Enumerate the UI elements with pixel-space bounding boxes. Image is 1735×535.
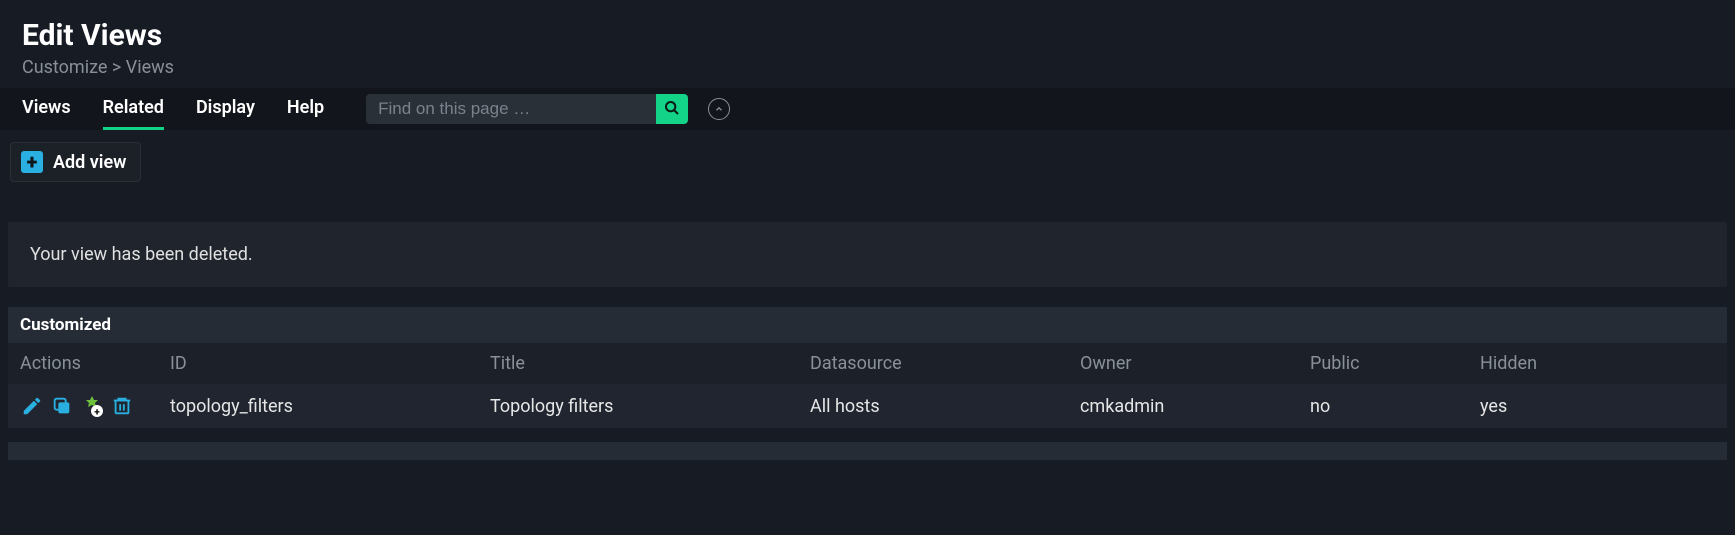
cell-datasource: All hosts: [810, 396, 1080, 417]
cell-title: Topology filters: [490, 396, 810, 417]
delete-icon[interactable]: [110, 394, 134, 418]
edit-icon[interactable]: [20, 394, 44, 418]
cell-hidden: yes: [1480, 396, 1715, 417]
table-header: Actions ID Title Datasource Owner Public…: [8, 343, 1727, 384]
col-public-header[interactable]: Public: [1310, 353, 1480, 374]
notice-banner: Your view has been deleted.: [8, 222, 1727, 287]
collapse-button[interactable]: [708, 98, 730, 120]
search-icon: [664, 100, 680, 119]
col-owner-header[interactable]: Owner: [1080, 353, 1310, 374]
section-title: Customized: [8, 307, 1727, 343]
menu-related[interactable]: Related: [103, 88, 164, 130]
cell-public: no: [1310, 396, 1480, 417]
cell-id: topology_filters: [170, 396, 490, 417]
create-icon[interactable]: +: [80, 394, 104, 418]
cell-owner: cmkadmin: [1080, 396, 1310, 417]
add-view-button[interactable]: + Add view: [10, 142, 141, 182]
search-button[interactable]: [656, 94, 688, 124]
svg-text:+: +: [94, 407, 100, 418]
chevron-up-icon: [714, 99, 724, 119]
breadcrumb[interactable]: Customize > Views: [22, 57, 1713, 78]
search-input[interactable]: [366, 94, 656, 124]
col-hidden-header[interactable]: Hidden: [1480, 353, 1715, 374]
clone-icon[interactable]: [50, 394, 74, 418]
menu-display[interactable]: Display: [196, 88, 255, 130]
plus-icon: +: [21, 151, 43, 173]
next-section-header: [8, 442, 1727, 460]
customized-section: Customized Actions ID Title Datasource O…: [8, 307, 1727, 428]
col-title-header[interactable]: Title: [490, 353, 810, 374]
menu-bar: Views Related Display Help: [0, 88, 1735, 130]
col-id-header[interactable]: ID: [170, 353, 490, 374]
page-title: Edit Views: [22, 18, 1713, 53]
menu-views[interactable]: Views: [22, 88, 71, 130]
col-actions-header: Actions: [20, 353, 170, 374]
notice-text: Your view has been deleted.: [30, 244, 253, 265]
col-datasource-header[interactable]: Datasource: [810, 353, 1080, 374]
table-row: + topology_filters Topology filters All …: [8, 384, 1727, 428]
menu-help[interactable]: Help: [287, 88, 324, 130]
add-view-label: Add view: [53, 152, 126, 173]
